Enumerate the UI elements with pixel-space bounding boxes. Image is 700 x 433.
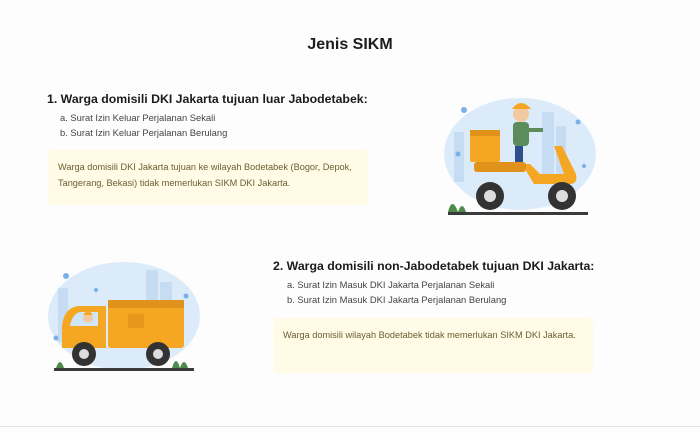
section-1-list: a. Surat Izin Keluar Perjalanan Sekali b… <box>60 111 227 140</box>
scooter-delivery-illustration <box>444 98 596 215</box>
footer-divider <box>0 426 700 427</box>
page-title: Jenis SIKM <box>307 36 393 53</box>
section-1-note: Warga domisili DKI Jakarta tujuan ke wil… <box>48 150 368 205</box>
list-item: b. Surat Izin Keluar Perjalanan Berulang <box>60 126 228 138</box>
list-item: b. Surat Izin Masuk DKI Jakarta Perjalan… <box>287 293 507 305</box>
section-2-heading: 2. Warga domisili non-Jabodetabek tujuan… <box>273 259 595 273</box>
truck-delivery-illustration <box>48 262 200 371</box>
section-2-note: Warga domisili wilayah Bodetabek tidak m… <box>273 318 593 373</box>
section-2-list: a. Surat Izin Masuk DKI Jakarta Perjalan… <box>287 278 506 307</box>
section-1-heading: 1. Warga domisili DKI Jakarta tujuan lua… <box>47 92 368 106</box>
list-item: a. Surat Izin Masuk DKI Jakarta Perjalan… <box>287 279 495 290</box>
list-item: a. Surat Izin Keluar Perjalanan Sekali <box>60 112 216 123</box>
